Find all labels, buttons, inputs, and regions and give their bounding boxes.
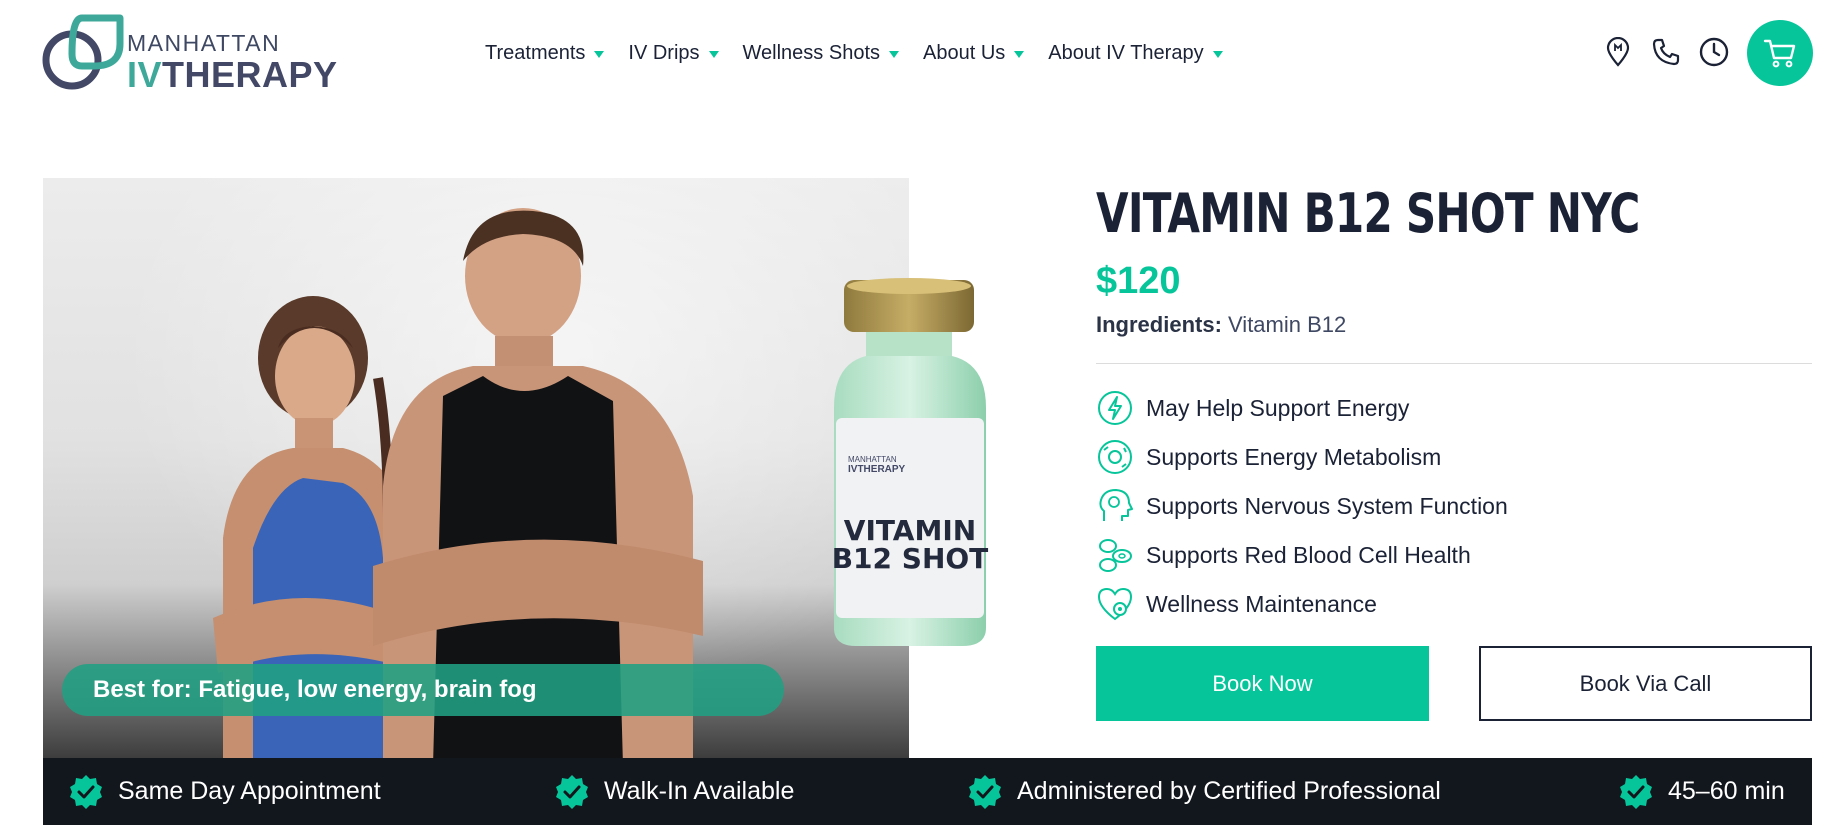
energy-bolt-icon <box>1096 389 1134 427</box>
nav-item-iv-drips[interactable]: IV Drips <box>628 42 719 65</box>
nav-item-label: Wellness Shots <box>742 42 881 64</box>
best-for-badge: Best for: Fatigue, low energy, brain fog <box>62 664 784 716</box>
benefit-item: Supports Energy Metabolism <box>1096 438 1508 476</box>
benefit-item: May Help Support Energy <box>1096 389 1508 427</box>
main-nav: Treatments IV Drips Wellness Shots About… <box>485 42 1247 65</box>
benefit-label: Supports Nervous System Function <box>1146 492 1508 519</box>
b12-vial-image: MANHATTAN IVTHERAPY VITAMIN B12 SHOT <box>832 278 989 646</box>
book-via-call-button[interactable]: Book Via Call <box>1479 646 1812 721</box>
feature-label: 45–60 min <box>1668 777 1785 805</box>
verified-check-icon <box>556 774 588 809</box>
benefits-list: May Help Support Energy Supports Energy … <box>1096 389 1508 634</box>
heart-gear-icon <box>1096 585 1134 623</box>
blood-cells-icon <box>1096 536 1134 574</box>
product-ingredients: Ingredients: Vitamin B12 <box>1096 312 1346 338</box>
nav-item-label: IV Drips <box>628 42 700 64</box>
benefit-item: Supports Red Blood Cell Health <box>1096 536 1508 574</box>
chevron-down-icon <box>889 51 900 58</box>
benefit-label: Supports Energy Metabolism <box>1146 443 1442 470</box>
feature-label: Same Day Appointment <box>118 777 381 805</box>
divider <box>1096 363 1812 364</box>
benefit-label: Supports Red Blood Cell Health <box>1146 541 1471 568</box>
brand-name-rest: THERAPY <box>162 54 338 95</box>
feature-duration: 45–60 min <box>1618 758 1785 825</box>
features-bar: Same Day Appointment Walk-In Available A… <box>43 758 1812 825</box>
phone-icon[interactable] <box>1649 35 1683 69</box>
nav-item-about-us[interactable]: About Us <box>923 42 1025 65</box>
brand-name-accent: IV <box>127 54 163 95</box>
nav-item-label: About IV Therapy <box>1048 42 1204 64</box>
header-actions <box>1601 35 1745 69</box>
brain-head-icon <box>1096 487 1134 525</box>
leaf-ring-logo-icon <box>42 14 124 90</box>
benefit-label: May Help Support Energy <box>1146 394 1410 421</box>
chevron-down-icon <box>1014 51 1025 58</box>
nav-item-about-iv-therapy[interactable]: About IV Therapy <box>1048 42 1223 65</box>
clock-icon[interactable] <box>1697 35 1731 69</box>
verified-check-icon <box>70 774 102 809</box>
nav-item-wellness-shots[interactable]: Wellness Shots <box>742 42 900 65</box>
hero-photo: Best for: Fatigue, low energy, brain fog <box>43 178 909 758</box>
vial-brand-bottom: IVTHERAPY <box>848 464 906 475</box>
product-title: VITAMIN B12 SHOT NYC <box>1096 182 1640 245</box>
feature-certified: Administered by Certified Professional <box>967 758 1441 825</box>
feature-label: Administered by Certified Professional <box>1017 777 1441 805</box>
brand-logo[interactable]: MANHATTAN IVTHERAPY <box>42 14 352 94</box>
nav-item-treatments[interactable]: Treatments <box>485 42 605 65</box>
brand-name-bottom: IVTHERAPY <box>127 57 338 93</box>
vial-brand-top: MANHATTAN <box>848 455 897 464</box>
metabolism-cycle-icon <box>1096 438 1134 476</box>
feature-same-day: Same Day Appointment <box>68 758 381 825</box>
cart-button[interactable] <box>1747 20 1813 86</box>
brand-wordmark: MANHATTAN IVTHERAPY <box>127 32 338 93</box>
chevron-down-icon <box>594 51 605 58</box>
cart-icon <box>1763 39 1796 68</box>
verified-check-icon <box>1620 774 1652 809</box>
feature-label: Walk-In Available <box>604 777 795 805</box>
vial-label-line2: B12 SHOT <box>832 542 989 575</box>
ingredients-label: Ingredients: <box>1096 312 1222 337</box>
feature-walk-in: Walk-In Available <box>554 758 794 825</box>
verified-check-icon <box>969 774 1001 809</box>
benefit-item: Supports Nervous System Function <box>1096 487 1508 525</box>
ingredients-value: Vitamin B12 <box>1228 312 1347 337</box>
product-price: $120 <box>1096 260 1181 302</box>
chevron-down-icon <box>708 51 719 58</box>
brand-name-top: MANHATTAN <box>127 30 281 56</box>
nav-item-label: About Us <box>923 42 1006 64</box>
nav-item-label: Treatments <box>485 42 586 64</box>
benefit-label: Wellness Maintenance <box>1146 590 1377 617</box>
book-now-button[interactable]: Book Now <box>1096 646 1429 721</box>
chevron-down-icon <box>1212 51 1223 58</box>
site-header: MANHATTAN IVTHERAPY Treatments IV Drips … <box>0 0 1828 110</box>
location-pin-icon[interactable] <box>1601 35 1635 69</box>
benefit-item: Wellness Maintenance <box>1096 585 1508 623</box>
